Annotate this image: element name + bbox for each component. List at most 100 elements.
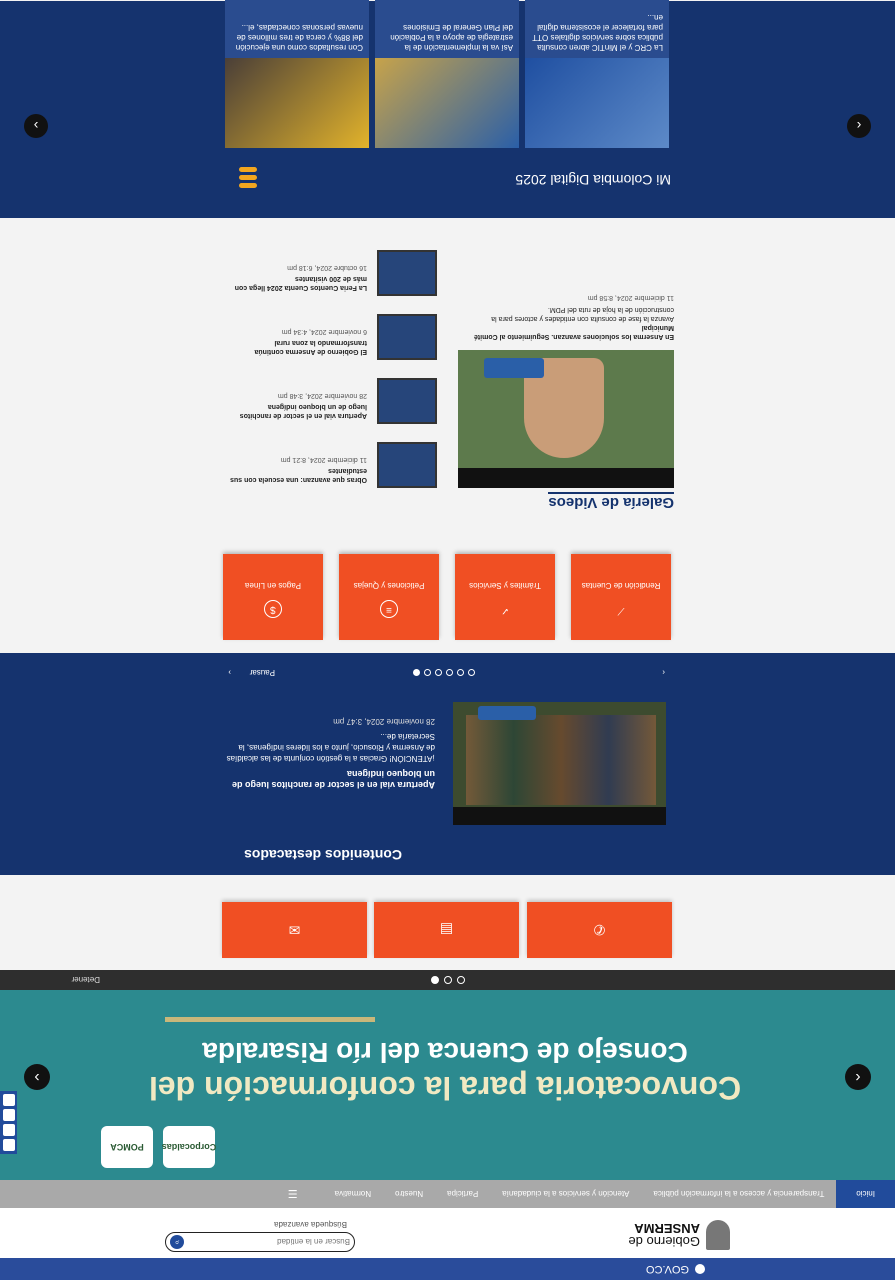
video-list-item[interactable]: Obras que avanzan: una escuela con sus e… [221,438,437,488]
video-item-date: 6 noviembre 2024, 4:34 pm [281,328,367,335]
featured-title: Contenidos destacados [244,847,402,863]
featured-dot[interactable] [446,669,453,676]
hero-dot[interactable] [457,976,465,984]
logo-line-1: Gobierno de [628,1234,700,1249]
video-thumbnail[interactable] [377,250,437,296]
check-icon: ✓ [500,605,510,616]
hero-dot[interactable] [444,976,452,984]
video-main-player[interactable] [458,350,674,488]
videos-title: Galería de Videos [548,492,674,511]
nav-item-participa[interactable]: Participa [435,1190,490,1199]
mcd-logo-icon [239,162,257,188]
news-card[interactable]: La CRC y el MinTIC abren consulta públic… [525,0,669,148]
service-label: Rendición de Cuentas [581,581,661,590]
featured-dot[interactable] [457,669,464,676]
service-label: Pagos en Línea [244,581,302,590]
mcd-prev-arrow-icon[interactable]: ‹ [847,114,871,138]
video-thumbnail[interactable] [377,442,437,488]
nav-item-normativa[interactable]: Normativa [323,1190,383,1199]
featured-item-title[interactable]: Apertura vial en el sector de ranchitos … [225,768,435,790]
document-icon: ≡ [380,600,398,618]
entity-logo[interactable]: Gobierno de ANSERMA [628,1220,730,1250]
logo-line-2: ANSERMA [634,1221,700,1236]
nav-item-inicio[interactable]: Inicio [836,1180,895,1208]
news-card-image[interactable] [225,58,369,148]
contact-icon: ✉ [288,922,301,939]
service-peticiones[interactable]: ≡ Peticiones y Quejas [339,554,439,640]
video-item-title[interactable]: Obras que avanzan: una escuela con sus e… [227,466,367,484]
video-main-date: 11 diciembre 2024, 8:58 pm [587,294,674,301]
news-card-text[interactable]: Con resultados como una ejecución del 88… [225,16,369,58]
menu-icon[interactable]: ☰ [263,1188,323,1201]
quick-access: ✆ ▤ ✉ [0,875,895,970]
nav-item-transparencia[interactable]: Transparencia y acceso a la información … [641,1190,836,1199]
quick-button-document[interactable]: ▤ [374,902,519,958]
video-item-date: 16 octubre 2024, 6:18 pm [287,264,367,271]
shield-icon [706,1220,730,1250]
video-item-date: 28 noviembre 2024, 3:48 pm [277,392,367,399]
hero-logos: Corpocaldas POMCA [101,1126,216,1168]
news-card-image[interactable] [375,58,519,148]
news-card[interactable]: Con resultados como una ejecución del 88… [225,0,369,148]
featured-prev-icon[interactable]: ‹ [662,668,665,677]
video-thumbnail[interactable] [377,378,437,424]
govco-label[interactable]: GOV.CO [646,1263,689,1275]
hero-controls: Detener [0,970,895,990]
quick-button-phone[interactable]: ✆ [527,902,672,958]
hero-next-arrow-icon[interactable]: › [24,1064,50,1090]
quick-button-contact[interactable]: ✉ [222,902,367,958]
mcd-next-arrow-icon[interactable]: › [24,114,48,138]
featured-item[interactable]: Apertura vial en el sector de ranchitos … [225,716,435,790]
service-pagos[interactable]: $ Pagos en Línea [223,554,323,640]
video-list-item[interactable]: El Gobierno de Anserma continúa transfor… [221,310,437,360]
video-list-item[interactable]: Apertura vial en el sector de ranchitos … [221,374,437,424]
featured-item-date: 28 noviembre 2024, 3:47 pm [333,717,435,726]
news-card-text[interactable]: Así va la implementación de la estrategi… [375,16,519,58]
news-card-text[interactable]: La CRC y el MinTIC abren consulta públic… [525,6,669,58]
news-card[interactable]: Así va la implementación de la estrategi… [375,0,519,148]
video-thumbnail[interactable] [377,314,437,360]
mi-colombia-digital-section: Mi Colombia Digital 2025 ‹ › La CRC y el… [0,0,895,218]
hero-pause-button[interactable]: Detener [72,976,100,985]
featured-dot-active[interactable] [413,669,420,676]
nav-item-nuestro[interactable]: Nuestro [383,1190,435,1199]
featured-image[interactable] [453,702,666,825]
service-rendicion[interactable]: ⟋ Rendición de Cuentas [571,554,671,640]
search-icon[interactable]: ⌕ [170,1235,184,1249]
corpocaldas-logo: Corpocaldas [162,1126,216,1168]
advanced-search-link[interactable]: Búsqueda avanzada [165,1220,347,1229]
hero-pagination [431,976,465,984]
contrast-icon[interactable] [3,1139,15,1151]
featured-dot[interactable] [468,669,475,676]
video-item-title[interactable]: Apertura vial en el sector de ranchitos … [227,402,367,420]
hero-divider [165,1017,375,1022]
site-header: Gobierno de ANSERMA ⌕ Búsqueda avanzada [0,1208,895,1258]
video-item-date: 11 diciembre 2024, 8:21 pm [280,456,367,463]
mcd-title: Mi Colombia Digital 2025 [515,172,671,188]
search-input[interactable] [184,1237,350,1247]
pomca-logo: POMCA [101,1126,153,1168]
service-tramites[interactable]: ✓ Trámites y Servicios [455,554,555,640]
govco-bar: GOV.CO [0,1258,895,1280]
accessibility-icon[interactable] [3,1094,15,1106]
hero-title: Convocatoria para la conformación del Co… [95,1034,795,1106]
chart-icon: ⟋ [617,605,625,616]
featured-pagination [413,669,475,676]
text-small-icon[interactable] [3,1109,15,1121]
featured-next-icon[interactable]: › [228,668,231,677]
accessibility-toolbar [0,1091,17,1154]
govco-logo-icon [695,1264,705,1274]
video-item-title[interactable]: La Feria Cuentos Cuenta 2024 llega con m… [227,274,367,292]
video-main-title[interactable]: En Anserma los soluciones avanzan. Segui… [458,323,674,341]
video-list-item[interactable]: La Feria Cuentos Cuenta 2024 llega con m… [221,246,437,296]
hero-dot-active[interactable] [431,976,439,984]
featured-dot[interactable] [435,669,442,676]
services-section: $ Pagos en Línea ≡ Peticiones y Quejas ✓… [0,218,895,653]
featured-pause-button[interactable]: Pausar [250,668,275,677]
video-item-title[interactable]: El Gobierno de Anserma continúa transfor… [227,338,367,356]
nav-item-atencion[interactable]: Atención y servicios a la ciudadanía [490,1190,641,1199]
featured-dot[interactable] [424,669,431,676]
news-card-image[interactable] [525,58,669,148]
hero-prev-arrow-icon[interactable]: ‹ [845,1064,871,1090]
text-size-icon[interactable] [3,1124,15,1136]
